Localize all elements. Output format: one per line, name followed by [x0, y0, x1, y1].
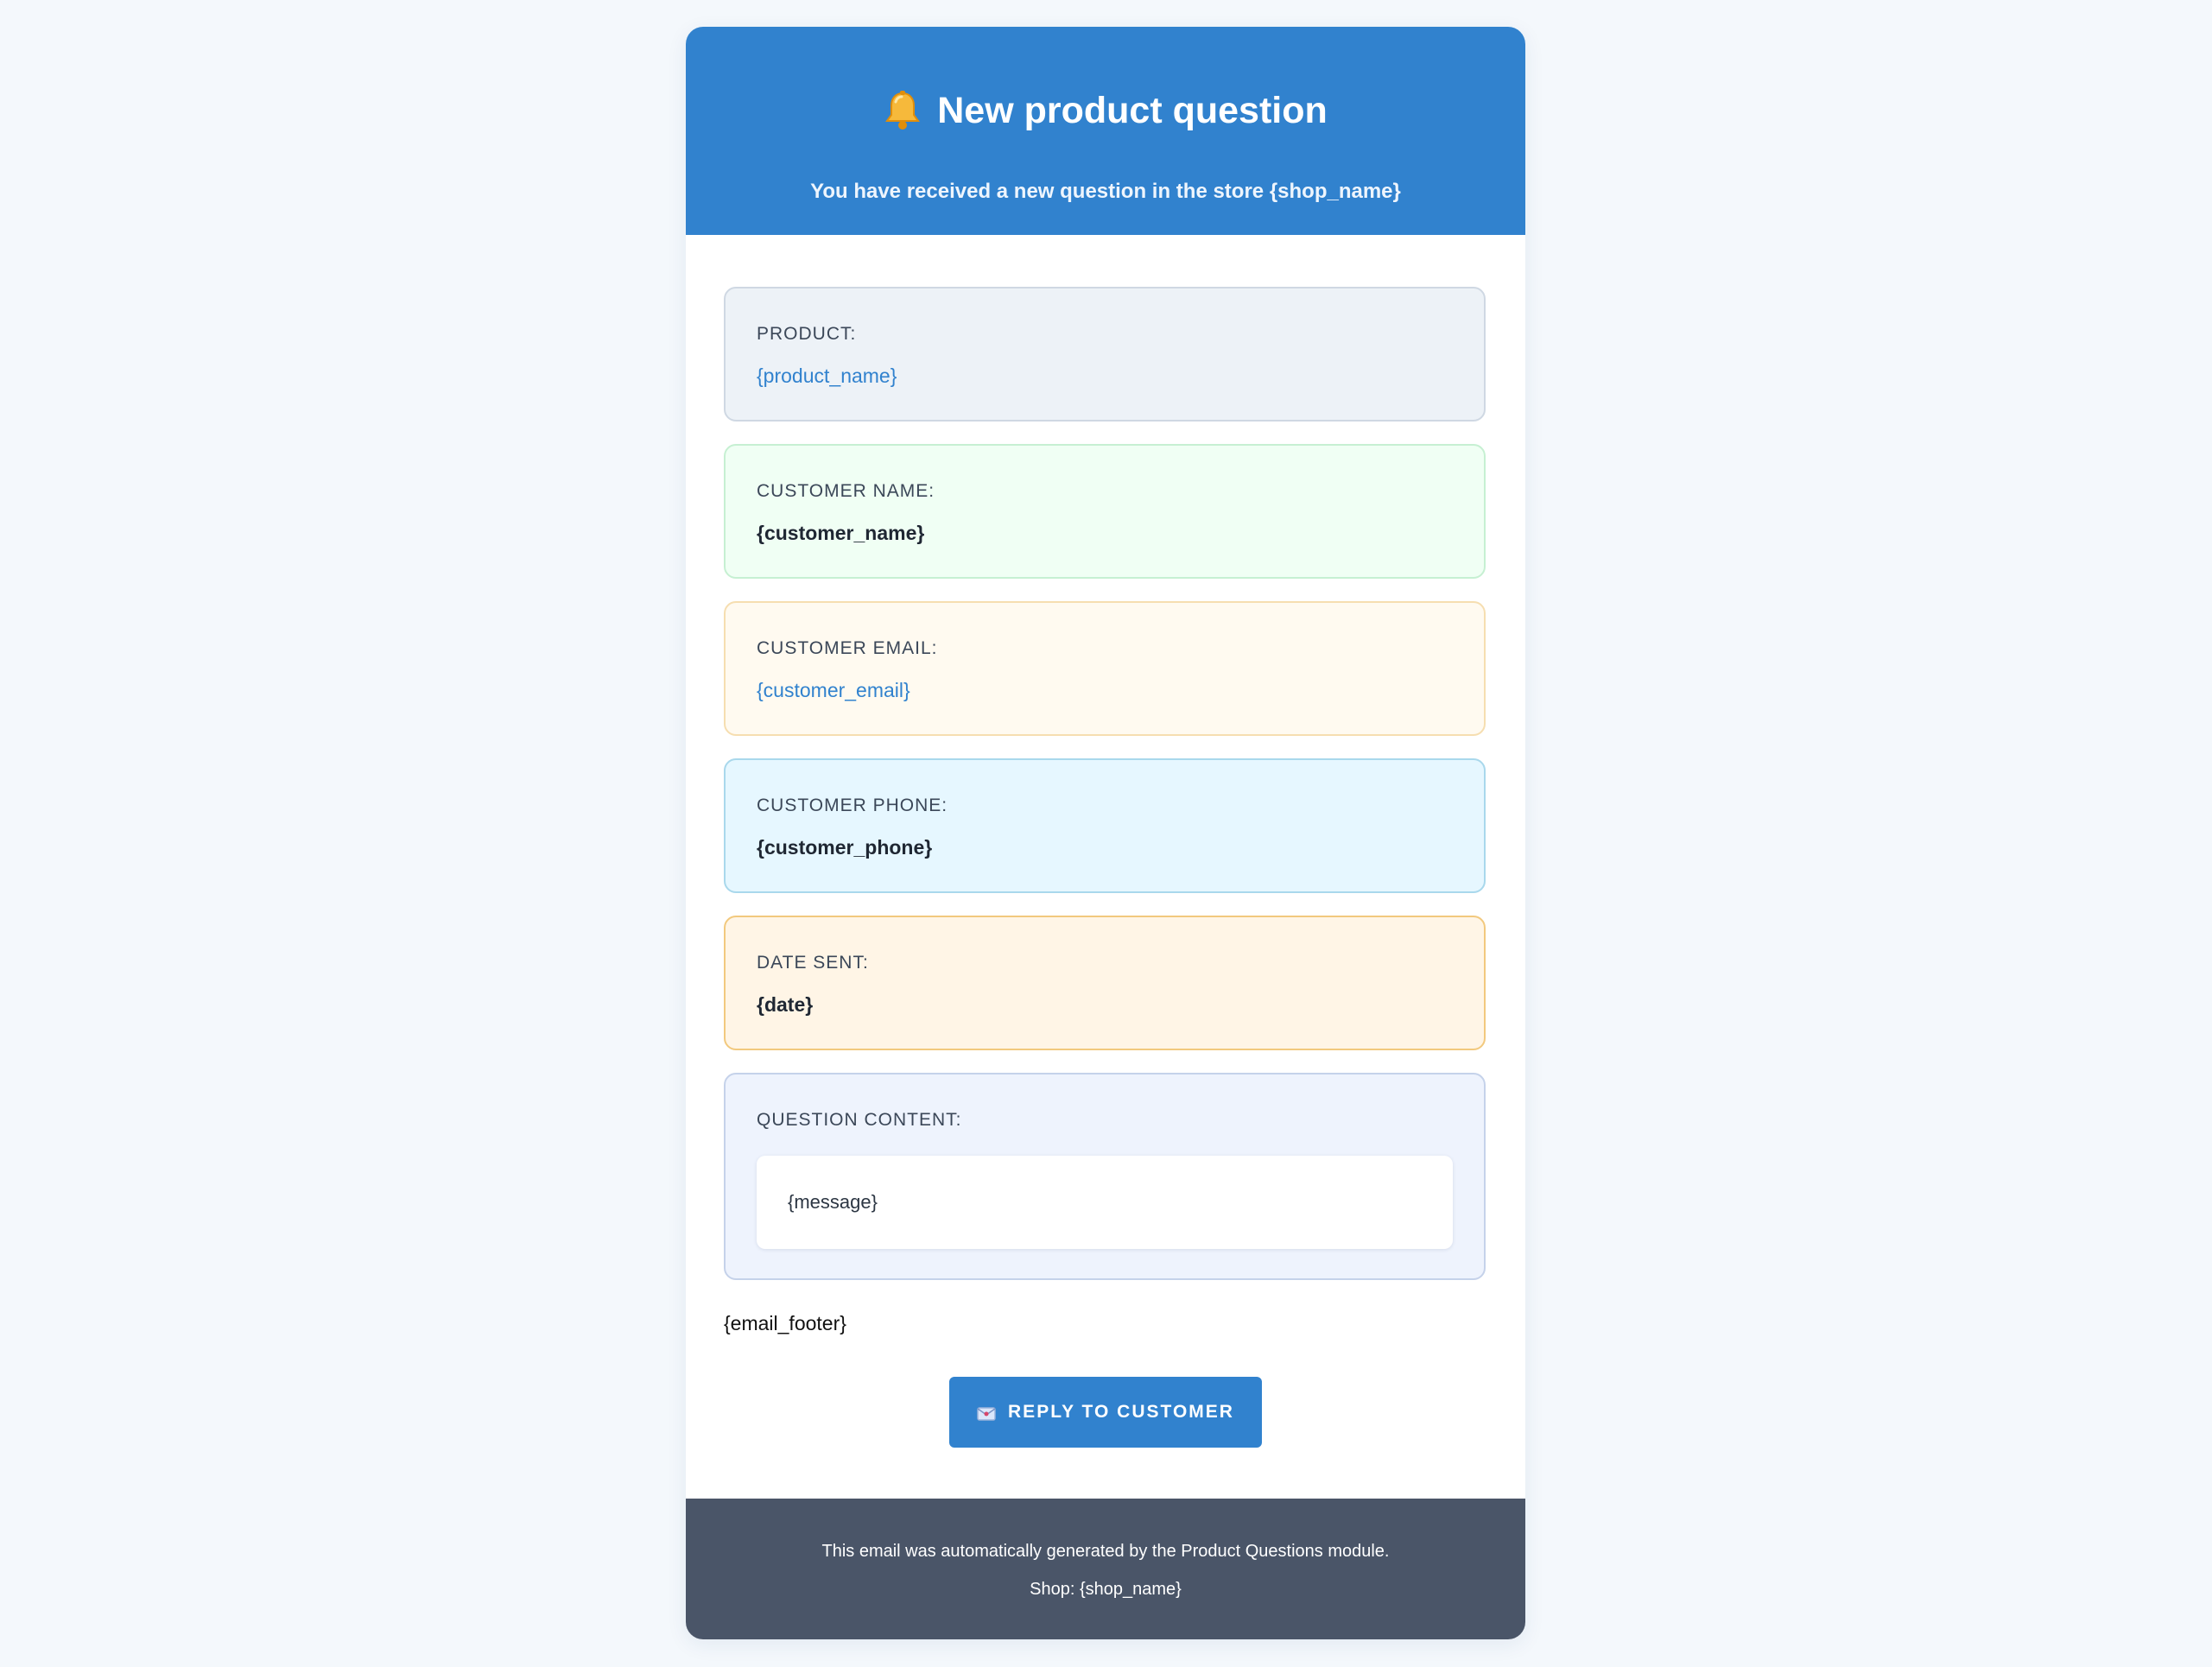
header-title-row: New product question — [686, 87, 1525, 134]
reply-to-customer-button[interactable]: REPLY TO CUSTOMER — [949, 1377, 1262, 1448]
product-label: PRODUCT: — [757, 324, 857, 344]
message-text: {message} — [788, 1191, 878, 1213]
page-title: New product question — [937, 90, 1328, 131]
date-sent-field: DATE SENT: {date} — [724, 916, 1486, 1050]
email-header: New product question You have received a… — [686, 27, 1525, 235]
product-name-link[interactable]: {product_name} — [757, 363, 897, 389]
email-footer-placeholder: {email_footer} — [724, 1312, 846, 1334]
reply-button-label: REPLY TO CUSTOMER — [1008, 1402, 1234, 1422]
message-box: {message} — [757, 1156, 1453, 1249]
footer-note: This email was automatically generated b… — [821, 1542, 1390, 1561]
customer-phone-value: {customer_phone} — [757, 836, 933, 859]
customer-name-value: {customer_name} — [757, 522, 925, 544]
customer-name-field: CUSTOMER NAME: {customer_name} — [724, 444, 1486, 579]
customer-phone-field: CUSTOMER PHONE: {customer_phone} — [724, 758, 1486, 893]
customer-email-label: CUSTOMER EMAIL: — [757, 638, 938, 658]
customer-phone-label: CUSTOMER PHONE: — [757, 795, 948, 815]
question-content-field: QUESTION CONTENT: {message} — [724, 1073, 1486, 1280]
customer-email-field: CUSTOMER EMAIL: {customer_email} — [724, 601, 1486, 736]
email-system-footer: This email was automatically generated b… — [686, 1499, 1525, 1639]
bell-icon — [884, 90, 922, 131]
date-sent-value: {date} — [757, 993, 814, 1016]
email-card: New product question You have received a… — [686, 27, 1525, 1639]
header-subtitle: You have received a new question in the … — [810, 180, 1401, 203]
question-content-label: QUESTION CONTENT: — [757, 1110, 962, 1130]
customer-name-label: CUSTOMER NAME: — [757, 481, 935, 501]
date-sent-label: DATE SENT: — [757, 953, 869, 973]
envelope-icon — [977, 1405, 996, 1421]
product-field: PRODUCT: {product_name} — [724, 287, 1486, 422]
customer-email-link[interactable]: {customer_email} — [757, 677, 910, 703]
email-body: PRODUCT: {product_name} CUSTOMER NAME: {… — [686, 235, 1525, 1525]
footer-shop: Shop: {shop_name} — [1030, 1580, 1182, 1599]
